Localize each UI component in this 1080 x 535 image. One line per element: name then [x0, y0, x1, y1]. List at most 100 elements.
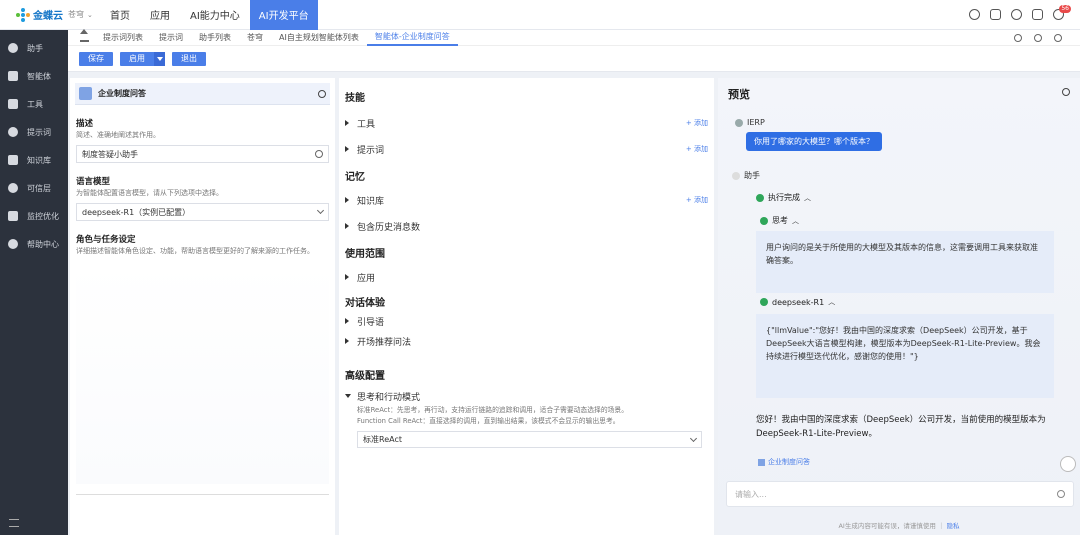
- sidebar-item-agent[interactable]: 智能体: [0, 62, 68, 90]
- nav-ai-center[interactable]: AI能力中心: [180, 0, 250, 30]
- role-textarea[interactable]: [76, 262, 329, 484]
- sidebar-item-monitor[interactable]: 监控优化: [0, 202, 68, 230]
- sidebar-item-label: 知识库: [27, 155, 51, 165]
- logo-sub: 苍穹: [68, 10, 84, 19]
- caret-right-icon: [345, 223, 349, 229]
- mode-hint-react: 标准ReAct：先思考，再行动，支持运行链路的追踪和调用，适合子需要动态选择的场…: [357, 406, 629, 414]
- tab-assistant-list[interactable]: 助手列表: [191, 30, 239, 46]
- sidebar-item-label: 智能体: [27, 71, 51, 81]
- publish-split-button: 启用: [120, 51, 165, 66]
- tab-cangqiong[interactable]: 苍穹: [239, 30, 271, 46]
- add-tool-button[interactable]: + 添加: [686, 118, 708, 128]
- recommend-row[interactable]: 开场推荐问法: [339, 331, 714, 351]
- dialog-title: 对话体验: [345, 298, 385, 309]
- caret-down-icon: [345, 394, 351, 398]
- chevron-down-icon[interactable]: ⌄: [87, 11, 93, 19]
- assistant-name: 助手: [732, 170, 760, 181]
- model-label: deepseek-R1: [772, 297, 825, 307]
- model-value: deepseek-R1（实例已配置）: [82, 207, 191, 217]
- sub-tabs: 提示词列表 提示词 助手列表 苍穹 AI自主规划智能体列表 智能体-企业制度问答: [68, 28, 1080, 46]
- float-action-button[interactable]: [1060, 456, 1076, 472]
- tab-prompt[interactable]: 提示词: [151, 30, 191, 46]
- sidebar-item-label: 可信层: [27, 183, 51, 193]
- user-name-label: IERP: [747, 118, 765, 127]
- think-label: 思考: [772, 216, 788, 225]
- recommend-label: 开场推荐问法: [357, 337, 412, 348]
- help-circle-icon[interactable]: [1034, 33, 1042, 42]
- apps-row[interactable]: 应用: [339, 264, 714, 290]
- history-row[interactable]: 包含历史消息数: [339, 213, 714, 239]
- mode-hint-function-call: Function Call ReAct：直接选择的调用，直到输出结果，该模式不会…: [357, 417, 620, 425]
- window-icon[interactable]: [1054, 33, 1062, 42]
- guide-row[interactable]: 引导语: [339, 311, 714, 331]
- nav-ai-dev-platform[interactable]: AI开发平台: [249, 0, 318, 30]
- help-icon: [8, 239, 18, 249]
- sidebar-item-label: 帮助中心: [27, 239, 59, 249]
- capability-panel: 技能 工具 + 添加 提示词 + 添加 记忆 知识库 + 添加 包含历史消息数 使用范…: [339, 78, 714, 535]
- optimize-icon[interactable]: [315, 150, 323, 158]
- sidebar-item-assistant[interactable]: 助手: [0, 34, 68, 62]
- prompts-row[interactable]: 提示词 + 添加: [339, 136, 714, 162]
- location-icon[interactable]: [1014, 33, 1022, 42]
- sidebar-item-label: 工具: [27, 99, 43, 109]
- chat-input[interactable]: 请输入...: [726, 481, 1074, 507]
- nav-home[interactable]: 首页: [100, 0, 140, 30]
- model-status[interactable]: deepseek-R1 ︿: [760, 297, 835, 307]
- nav-apps[interactable]: 应用: [140, 0, 180, 30]
- sidebar-item-trust[interactable]: 可信层: [0, 174, 68, 202]
- save-button[interactable]: 保存: [79, 51, 113, 66]
- home-icon[interactable]: [80, 28, 89, 42]
- sidebar-item-label: 提示词: [27, 127, 51, 137]
- mode-select[interactable]: 标准ReAct: [357, 431, 702, 448]
- sidebar-item-label: 助手: [27, 43, 43, 53]
- mode-row[interactable]: 思考和行动模式: [339, 388, 714, 404]
- tools-row[interactable]: 工具 + 添加: [339, 110, 714, 136]
- lock-icon[interactable]: [1032, 9, 1043, 20]
- add-prompt-button[interactable]: + 添加: [686, 144, 708, 154]
- divider: [76, 494, 329, 495]
- desc-value: 制度答疑小助手: [82, 149, 138, 159]
- think-status[interactable]: 思考 ︿: [760, 215, 799, 226]
- model-select[interactable]: deepseek-R1（实例已配置）: [76, 203, 329, 221]
- agent-avatar: [79, 87, 92, 100]
- top-icons: 56: [969, 5, 1080, 20]
- caret-right-icon: [345, 120, 349, 126]
- sidebar-item-help[interactable]: 帮助中心: [0, 230, 68, 258]
- desc-input[interactable]: 制度答疑小助手: [76, 145, 329, 163]
- chevron-down-icon[interactable]: [154, 51, 165, 66]
- history-label: 包含历史消息数: [357, 222, 421, 233]
- tab-agent-qa[interactable]: 智能体-企业制度问答: [366, 30, 458, 46]
- attach-icon[interactable]: [1057, 490, 1065, 498]
- exit-button[interactable]: 退出: [172, 51, 206, 66]
- publish-button[interactable]: 启用: [120, 51, 154, 66]
- smile-icon[interactable]: [1011, 9, 1022, 20]
- skills-title: 技能: [345, 93, 365, 104]
- logo[interactable]: 金蝶云 苍穹 ⌄: [0, 7, 100, 22]
- tab-prompt-list[interactable]: 提示词列表: [95, 30, 151, 46]
- mode-value: 标准ReAct: [363, 435, 402, 444]
- refresh-icon[interactable]: [1062, 88, 1070, 96]
- sidebar-item-knowledge[interactable]: 知识库: [0, 146, 68, 174]
- user-avatar: [735, 118, 743, 127]
- role-title: 角色与任务设定: [76, 235, 136, 245]
- search-icon[interactable]: [969, 9, 980, 20]
- user-avatar-icon[interactable]: 56: [1053, 5, 1071, 20]
- chevron-down-icon: [316, 206, 325, 215]
- reference-link[interactable]: 企业制度问答: [758, 457, 810, 467]
- memory-title: 记忆: [345, 172, 365, 183]
- sidebar-item-prompts[interactable]: 提示词: [0, 118, 68, 146]
- chat-icon: [8, 43, 18, 53]
- desc-title: 描述: [76, 119, 94, 129]
- copy-icon[interactable]: [990, 9, 1001, 20]
- sidebar-item-tools[interactable]: 工具: [0, 90, 68, 118]
- tab-agent-list[interactable]: AI自主规划智能体列表: [271, 30, 367, 46]
- exec-status[interactable]: 执行完成 ︿: [756, 192, 811, 203]
- scope-title: 使用范围: [345, 249, 385, 260]
- privacy-link[interactable]: 隐私: [947, 522, 960, 530]
- knowledge-row[interactable]: 知识库 + 添加: [339, 187, 714, 213]
- collapse-menu-icon[interactable]: [9, 519, 19, 527]
- apps-label: 应用: [357, 273, 376, 284]
- add-knowledge-button[interactable]: + 添加: [686, 195, 708, 205]
- mode-label: 思考和行动模式: [357, 392, 421, 403]
- edit-icon[interactable]: [318, 89, 326, 98]
